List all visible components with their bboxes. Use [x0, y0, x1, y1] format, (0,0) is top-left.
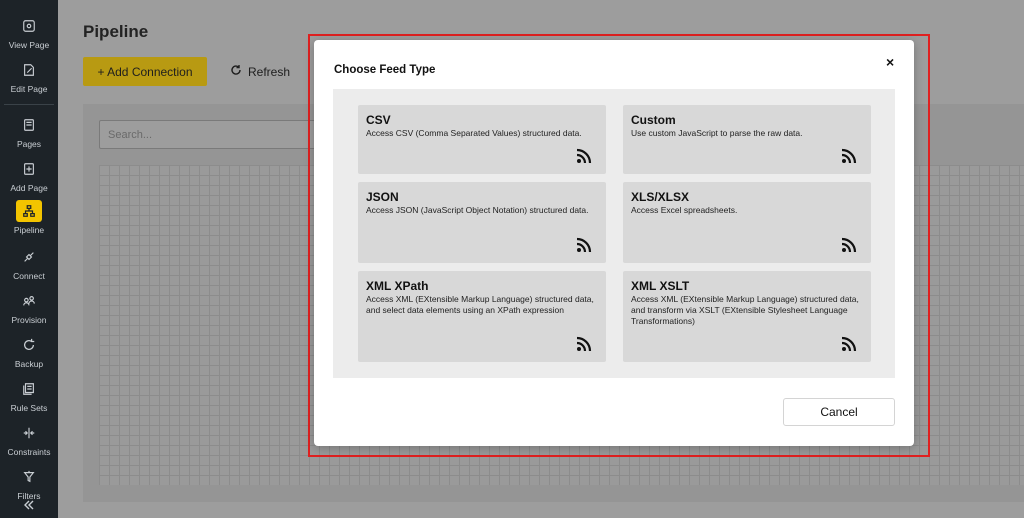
- sidebar-item-add-page[interactable]: Add Page: [0, 158, 58, 193]
- sidebar-item-backup[interactable]: Backup: [0, 334, 58, 369]
- double-chevron-left-icon[interactable]: [22, 498, 36, 512]
- sidebar-item-label: Edit Page: [10, 84, 48, 94]
- sidebar-item-label: View Page: [8, 40, 50, 50]
- rss-feed-icon: [841, 148, 857, 164]
- feed-type-description: Access CSV (Comma Separated Values) stru…: [366, 128, 582, 138]
- sidebar-item-label: Backup: [14, 359, 44, 369]
- sidebar-item-label: Pipeline: [13, 225, 45, 235]
- eye-icon: [16, 15, 42, 37]
- feed-type-name: XLS/XLSX: [631, 190, 690, 204]
- feed-type-name: JSON: [366, 190, 399, 204]
- sidebar-item-label: Add Page: [10, 183, 48, 193]
- search-input[interactable]: Search...: [99, 120, 329, 149]
- feed-type-description: Access XML (EXtensible Markup Language) …: [366, 294, 594, 315]
- add-connection-button[interactable]: + Add Connection: [83, 57, 207, 86]
- rss-feed-icon: [841, 237, 857, 253]
- provision-icon: [16, 290, 42, 312]
- rss-feed-icon: [576, 336, 592, 352]
- sidebar-item-label: Provision: [11, 315, 47, 325]
- backup-icon: [16, 334, 42, 356]
- sidebar: View Page Edit Page Pages Add Page Pipel…: [0, 0, 58, 518]
- pages-icon: [16, 114, 42, 136]
- sidebar-item-view-page[interactable]: View Page: [0, 15, 58, 50]
- feed-type-description: Access JSON (JavaScript Object Notation)…: [366, 205, 589, 215]
- feed-type-list: CSV Access CSV (Comma Separated Values) …: [333, 89, 895, 378]
- filters-icon: [16, 466, 42, 488]
- sidebar-item-rule-sets[interactable]: Rule Sets: [0, 378, 58, 413]
- add-page-icon: [16, 158, 42, 180]
- constraints-icon: [16, 422, 42, 444]
- sidebar-item-label: Pages: [16, 139, 42, 149]
- rss-feed-icon: [576, 237, 592, 253]
- feed-type-card-xls-xlsx[interactable]: XLS/XLSX Access Excel spreadsheets.: [623, 182, 871, 263]
- feed-type-card-custom[interactable]: Custom Use custom JavaScript to parse th…: [623, 105, 871, 174]
- rss-feed-icon: [576, 148, 592, 164]
- dialog-title: Choose Feed Type: [334, 64, 436, 76]
- sidebar-item-provision[interactable]: Provision: [0, 290, 58, 325]
- sidebar-item-label: Connect: [13, 271, 45, 281]
- rule-sets-icon: [16, 378, 42, 400]
- sidebar-item-constraints[interactable]: Constraints: [0, 422, 58, 457]
- sidebar-item-pipeline[interactable]: Pipeline: [0, 200, 58, 235]
- feed-type-card-csv[interactable]: CSV Access CSV (Comma Separated Values) …: [358, 105, 606, 174]
- connect-icon: [16, 246, 42, 268]
- refresh-label: Refresh: [248, 64, 291, 79]
- feed-type-card-json[interactable]: JSON Access JSON (JavaScript Object Nota…: [358, 182, 606, 263]
- sidebar-item-filters[interactable]: Filters: [0, 466, 58, 501]
- feed-type-name: Custom: [631, 113, 676, 127]
- sidebar-item-edit-page[interactable]: Edit Page: [0, 59, 58, 94]
- refresh-icon: [230, 64, 242, 79]
- pipeline-icon: [16, 200, 42, 222]
- sidebar-item-label: Rule Sets: [10, 403, 48, 413]
- sidebar-item-connect[interactable]: Connect: [0, 246, 58, 281]
- feed-type-name: XML XSLT: [631, 279, 690, 293]
- feed-type-description: Access XML (EXtensible Markup Language) …: [631, 294, 859, 326]
- feed-type-card-xml-xpath[interactable]: XML XPath Access XML (EXtensible Markup …: [358, 271, 606, 362]
- choose-feed-type-dialog: Choose Feed Type × CSV Access CSV (Comma…: [314, 40, 914, 446]
- cancel-button[interactable]: Cancel: [783, 398, 895, 426]
- sidebar-divider: [4, 104, 54, 105]
- rss-feed-icon: [841, 336, 857, 352]
- feed-type-name: XML XPath: [366, 279, 429, 293]
- feed-type-description: Use custom JavaScript to parse the raw d…: [631, 128, 803, 138]
- feed-type-description: Access Excel spreadsheets.: [631, 205, 738, 215]
- edit-page-icon: [16, 59, 42, 81]
- close-icon[interactable]: ×: [886, 54, 894, 70]
- feed-type-card-xml-xslt[interactable]: XML XSLT Access XML (EXtensible Markup L…: [623, 271, 871, 362]
- page-title: Pipeline: [83, 22, 149, 41]
- refresh-button[interactable]: Refresh: [230, 57, 290, 86]
- feed-type-name: CSV: [366, 113, 391, 127]
- sidebar-item-pages[interactable]: Pages: [0, 114, 58, 149]
- sidebar-item-label: Constraints: [7, 447, 51, 457]
